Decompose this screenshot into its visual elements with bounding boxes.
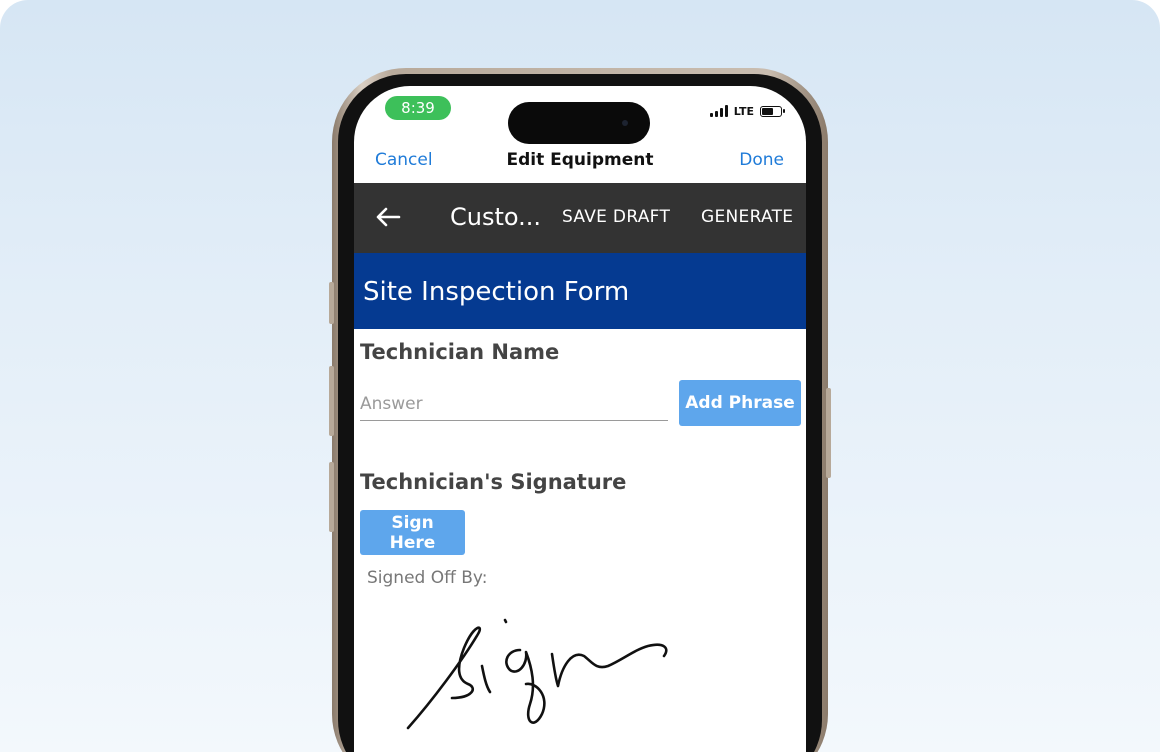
save-draft-button[interactable]: SAVE DRAFT <box>562 207 670 227</box>
ios-nav-bar: Edit Equipment Cancel Done <box>354 144 806 182</box>
dynamic-island <box>508 102 650 144</box>
technician-name-label: Technician Name <box>360 340 560 364</box>
background: 8:39 LTE Edit Equipment Cancel Done Cust… <box>0 0 1160 752</box>
volume-up-button <box>329 366 334 436</box>
signed-off-label: Signed Off By: <box>367 568 488 588</box>
power-button <box>826 388 831 478</box>
app-toolbar: Custo... SAVE DRAFT GENERATE <box>354 183 806 253</box>
arrow-left-icon[interactable] <box>374 205 402 229</box>
status-time: 8:39 <box>385 96 451 120</box>
cancel-button[interactable]: Cancel <box>375 150 433 170</box>
technician-signature-label: Technician's Signature <box>360 470 627 494</box>
action-button <box>329 282 334 324</box>
done-button[interactable]: Done <box>739 150 784 170</box>
signal-icon <box>709 105 728 117</box>
phone-screen: 8:39 LTE Edit Equipment Cancel Done Cust… <box>354 86 806 752</box>
toolbar-title: Custo... <box>450 203 542 231</box>
camera-icon <box>622 120 628 126</box>
form-title: Site Inspection Form <box>363 277 630 307</box>
battery-icon <box>760 105 785 117</box>
add-phrase-button[interactable]: Add Phrase <box>679 380 801 426</box>
sign-here-button[interactable]: Sign Here <box>360 510 465 555</box>
battery-level <box>762 107 773 115</box>
network-type: LTE <box>733 104 754 118</box>
technician-name-input[interactable] <box>360 388 668 421</box>
status-indicators: LTE <box>709 102 785 120</box>
signature-image <box>406 618 668 730</box>
form-header: Site Inspection Form <box>354 253 806 329</box>
volume-down-button <box>329 462 334 532</box>
generate-button[interactable]: GENERATE <box>701 207 793 227</box>
